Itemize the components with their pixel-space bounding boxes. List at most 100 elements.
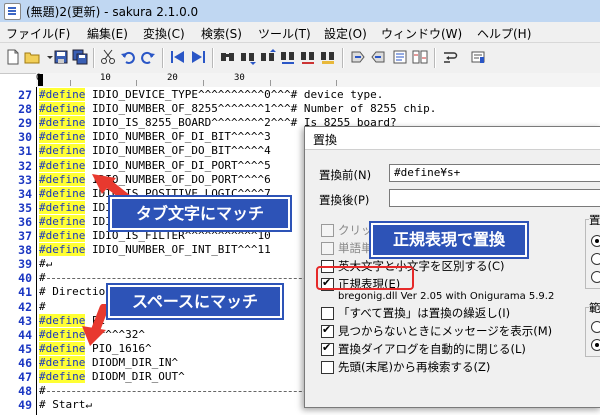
menu-window[interactable]: ウィンドウ(W) (381, 25, 462, 42)
tag-jump-icon[interactable] (350, 49, 366, 65)
code-line[interactable]: # (39, 271, 46, 285)
code-text: IDIO_NUMBER_OF_INT_BIT^^^11 (85, 243, 271, 257)
compare-icon[interactable] (412, 49, 428, 65)
line-number: 48 (18, 384, 32, 399)
define-keyword: #define (39, 88, 86, 101)
ruler-mark: 0 (36, 73, 42, 83)
line-number: 38 (18, 243, 32, 258)
regex-highlight-box (316, 266, 414, 290)
line-number: 46 (18, 355, 32, 370)
show-message-checkbox[interactable] (321, 323, 334, 338)
replace-target-radio-2[interactable] (591, 253, 600, 265)
replace-all-repeat-label: 「すべて置換」は置換の繰返し(I) (338, 306, 511, 320)
clear-highlight-icon[interactable] (300, 49, 316, 65)
menu-convert[interactable]: 変換(C) (143, 25, 185, 42)
toolbar-separator (434, 48, 436, 68)
ruler-mark: 20 (167, 73, 178, 83)
define-keyword: #define (39, 370, 86, 383)
code-line[interactable]: # (39, 384, 46, 398)
find-next-icon[interactable] (240, 49, 256, 65)
settings-icon[interactable] (470, 49, 486, 65)
code-text: DIODM_DIR_OUT^ (85, 370, 185, 383)
wrap-icon[interactable] (442, 49, 458, 65)
line-number: 31 (18, 144, 32, 159)
dialog-title-bar: 置換 (305, 127, 600, 150)
line-number: 44 (18, 327, 32, 342)
new-file-icon[interactable] (5, 49, 21, 65)
save-all-icon[interactable] (72, 49, 88, 65)
range-group-label: 範 (589, 300, 600, 316)
space-match-callout: スペースにマッチ (108, 285, 282, 318)
code-line[interactable]: #define IDIO_NUMBER_OF_DI_BIT^^^^^3 (39, 130, 271, 144)
replace-target-radio-3[interactable] (591, 271, 600, 283)
define-keyword: #define (39, 172, 86, 186)
tag-back-icon[interactable] (370, 49, 386, 65)
ruler-mark: 10 (100, 73, 111, 83)
menu-tools[interactable]: ツール(T) (258, 25, 311, 42)
auto-close-checkbox[interactable] (321, 341, 334, 356)
dropdown-arrow-icon[interactable] (42, 49, 53, 65)
replace-icon[interactable] (280, 49, 296, 65)
range-radio-2[interactable] (591, 339, 600, 351)
menu-search[interactable]: 検索(S) (201, 25, 242, 42)
line-number-gutter: 27 28 29 30 31 32 33 34 35 36 37 38 39 40 41 42 43 44 45 46… (0, 87, 37, 415)
code-line[interactable]: #↵ (39, 257, 52, 271)
code-line[interactable]: #define IDIO_NUMBER_OF_DO_PORT^^^^6 (39, 172, 271, 187)
code-line[interactable]: #define DIODM_DIR_OUT^ (39, 370, 185, 384)
jump-back-icon[interactable] (170, 49, 186, 65)
comment-separator (47, 278, 327, 280)
menu-settings[interactable]: 設定(O) (324, 25, 367, 42)
show-message-label: 見つからないときにメッセージを表示(M) (338, 324, 553, 338)
range-radio-1[interactable] (591, 321, 600, 333)
define-keyword: #define (39, 229, 86, 242)
line-number: 33 (18, 172, 32, 187)
code-line[interactable]: #define IDIO_NUMBER_OF_DO_BIT^^^^^4 (39, 144, 271, 158)
line-number: 37 (18, 229, 32, 243)
define-keyword: #define (39, 158, 86, 172)
line-number: 35 (18, 200, 32, 215)
replace-input[interactable] (389, 189, 600, 207)
find-icon[interactable] (220, 49, 236, 65)
title-bar: (無題)2(更新) - sakura 2.1.0.0 (0, 0, 600, 23)
code-line[interactable]: #define IDIO_IS_FILTER^^^^^^^^^^^10 (39, 229, 271, 243)
line-number: 34 (18, 186, 32, 201)
save-icon[interactable] (53, 49, 69, 65)
open-folder-icon[interactable] (24, 49, 40, 65)
code-text: IDIO_NUMBER_OF_DI_BIT^^^^^3 (85, 130, 271, 144)
toolbar-separator (93, 48, 95, 68)
code-line[interactable]: #define IDIO_NUMBER_OF_DI_PORT^^^^5 (39, 158, 271, 173)
code-text: DIODM_DIR_IN^ (85, 355, 179, 369)
line-number: 47 (18, 370, 32, 384)
menu-help[interactable]: ヘルプ(H) (477, 25, 531, 42)
find-prev-icon[interactable] (260, 49, 276, 65)
code-line[interactable]: # Start↵ (39, 398, 92, 412)
code-text: IDIO_NUMBER_OF_8255^^^^^^^1^^^# Number o… (85, 102, 437, 116)
code-line[interactable]: #define DIODM_DIR_IN^ (39, 355, 179, 370)
define-keyword: #define (39, 186, 86, 200)
line-number: 42 (18, 299, 32, 314)
redo-icon[interactable] (140, 49, 156, 65)
line-number: 29 (18, 116, 32, 131)
wrap-search-checkbox[interactable] (321, 361, 334, 374)
regex-library-info: bregonig.dll Ver 2.05 with Onigurama 5.9… (338, 291, 555, 302)
code-line[interactable]: #define IDIO_DEVICE_TYPE^^^^^^^^^^0^^^# … (39, 88, 383, 102)
menu-edit[interactable]: 編集(E) (87, 25, 128, 42)
code-text: IDIO_DEVICE_TYPE^^^^^^^^^^0^^^# device t… (85, 88, 384, 101)
code-line[interactable]: #define IDIO_NUMBER_OF_8255^^^^^^^1^^^# … (39, 102, 436, 116)
cut-icon[interactable] (100, 49, 116, 65)
code-line[interactable]: # (39, 300, 46, 314)
grep-icon[interactable] (320, 49, 336, 65)
find-input[interactable]: #define¥s+ (389, 164, 600, 182)
replace-target-radio-1[interactable] (591, 235, 600, 247)
app-icon (4, 3, 21, 20)
menu-file[interactable]: ファイル(F) (6, 25, 70, 42)
code-line[interactable]: # Direction (39, 285, 112, 299)
outline-icon[interactable] (392, 49, 408, 65)
code-line[interactable]: #define IDIO_NUMBER_OF_INT_BIT^^^11 (39, 243, 271, 257)
line-number: 45 (18, 341, 32, 356)
clipboard-option-checkbox[interactable] (321, 224, 334, 237)
replace-all-repeat-checkbox[interactable] (321, 307, 334, 320)
whole-word-checkbox[interactable] (321, 242, 334, 255)
undo-icon[interactable] (120, 49, 136, 65)
jump-forward-icon[interactable] (190, 49, 206, 65)
